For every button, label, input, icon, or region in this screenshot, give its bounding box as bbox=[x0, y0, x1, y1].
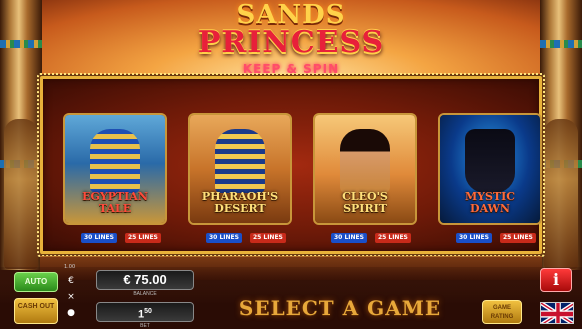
cash-out-button[interactable]: CASH OUT bbox=[14, 298, 58, 324]
coin-icon[interactable]: ● bbox=[64, 306, 78, 320]
lines-30-badge: 30 LINES bbox=[81, 233, 117, 243]
lines-30-badge: 30 LINES bbox=[456, 233, 492, 243]
auto-button[interactable]: AUTO bbox=[14, 272, 58, 292]
info-button[interactable]: i bbox=[540, 268, 572, 292]
game-tile-cleos-spirit[interactable]: CLEO'S SPIRIT bbox=[313, 113, 417, 225]
game-title: PHARAOH'S DESERT bbox=[201, 190, 279, 215]
game-title: EGYPTIAN TALE bbox=[82, 190, 148, 215]
denomination-mark: 1.00 bbox=[64, 264, 76, 270]
game-tile-mystic-dawn[interactable]: MYSTIC DAWN bbox=[438, 113, 542, 225]
balance-label: BALANCE bbox=[133, 291, 157, 297]
black-cat-icon bbox=[465, 129, 515, 193]
logo-line-princess: PRINCESS bbox=[197, 25, 385, 60]
left-statue bbox=[4, 119, 38, 269]
denomination-icons: 1.00 € × ● bbox=[64, 264, 78, 326]
pharaoh-mask-icon bbox=[90, 129, 140, 193]
select-game-prompt: SELECT A GAME bbox=[238, 296, 442, 320]
balance-display: € 75.00 bbox=[96, 270, 194, 290]
tile-lines: 30 LINES 25 LINES bbox=[456, 233, 536, 243]
logo-tagline: KEEP & SPIN bbox=[242, 62, 340, 76]
lines-25-badge: 25 LINES bbox=[249, 233, 286, 243]
bet-value-decimals: 50 bbox=[144, 308, 152, 315]
lines-25-badge: 25 LINES bbox=[124, 233, 161, 243]
game-selection-frame: EGYPTIAN TALE 30 LINES 25 LINES PHARAOH'… bbox=[37, 73, 545, 257]
lines-25-badge: 25 LINES bbox=[499, 233, 536, 243]
tile-lines: 30 LINES 25 LINES bbox=[81, 233, 161, 243]
right-statue bbox=[544, 119, 578, 269]
lines-25-badge: 25 LINES bbox=[374, 233, 411, 243]
uk-flag-graphic bbox=[541, 303, 573, 323]
bet-display[interactable]: 150 bbox=[96, 302, 194, 322]
uk-flag-icon[interactable] bbox=[540, 302, 574, 324]
bet-label: BET bbox=[140, 323, 150, 329]
game-title: MYSTIC DAWN bbox=[464, 190, 516, 215]
game-logo: SANDS PRINCESS KEEP & SPIN bbox=[0, 2, 582, 84]
tile-lines: 30 LINES 25 LINES bbox=[331, 233, 411, 243]
game-tile-egyptian-tale[interactable]: EGYPTIAN TALE bbox=[63, 113, 167, 225]
game-tile-pharaohs-desert[interactable]: PHARAOH'S DESERT bbox=[188, 113, 292, 225]
game-title: CLEO'S SPIRIT bbox=[342, 190, 388, 215]
golden-mask-icon bbox=[215, 129, 265, 193]
euro-icon[interactable]: € bbox=[64, 274, 78, 288]
cleopatra-icon bbox=[340, 129, 390, 193]
lines-30-badge: 30 LINES bbox=[206, 233, 242, 243]
game-rating-button[interactable]: GAME RATING bbox=[482, 300, 522, 324]
multiply-icon: × bbox=[67, 292, 75, 302]
game-lobby: SANDS PRINCESS KEEP & SPIN EGYPTIAN TALE… bbox=[0, 0, 582, 329]
lines-30-badge: 30 LINES bbox=[331, 233, 367, 243]
tile-lines: 30 LINES 25 LINES bbox=[206, 233, 286, 243]
